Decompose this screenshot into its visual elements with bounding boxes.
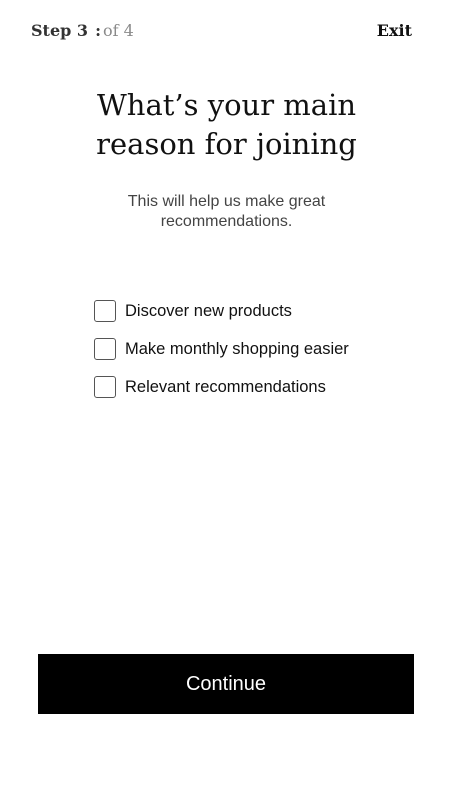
page-title: What’s your main reason for joining: [96, 88, 357, 161]
option-label: Relevant recommendations: [125, 377, 326, 396]
option-label: Make monthly shopping easier: [125, 339, 349, 358]
option-relevant-recommendations[interactable]: Relevant recommendations: [94, 375, 414, 399]
top-bar: Step 3 : of 4 Exit: [31, 19, 412, 41]
step-indicator: Step 3 : of 4: [31, 21, 134, 40]
continue-button[interactable]: Continue: [38, 654, 414, 714]
exit-link[interactable]: Exit: [377, 21, 412, 40]
checkbox[interactable]: [94, 338, 116, 360]
page-subtitle: This will help us make great recommendat…: [127, 193, 326, 230]
option-label: Discover new products: [125, 301, 292, 320]
option-discover-new-products[interactable]: Discover new products: [94, 299, 414, 323]
reason-options: Discover new products Make monthly shopp…: [94, 299, 414, 413]
checkbox[interactable]: [94, 300, 116, 322]
option-monthly-shopping[interactable]: Make monthly shopping easier: [94, 337, 414, 361]
step-separator: :: [95, 20, 102, 40]
checkbox[interactable]: [94, 376, 116, 398]
step-total: of 4: [103, 20, 134, 40]
step-current: Step 3: [31, 20, 89, 40]
